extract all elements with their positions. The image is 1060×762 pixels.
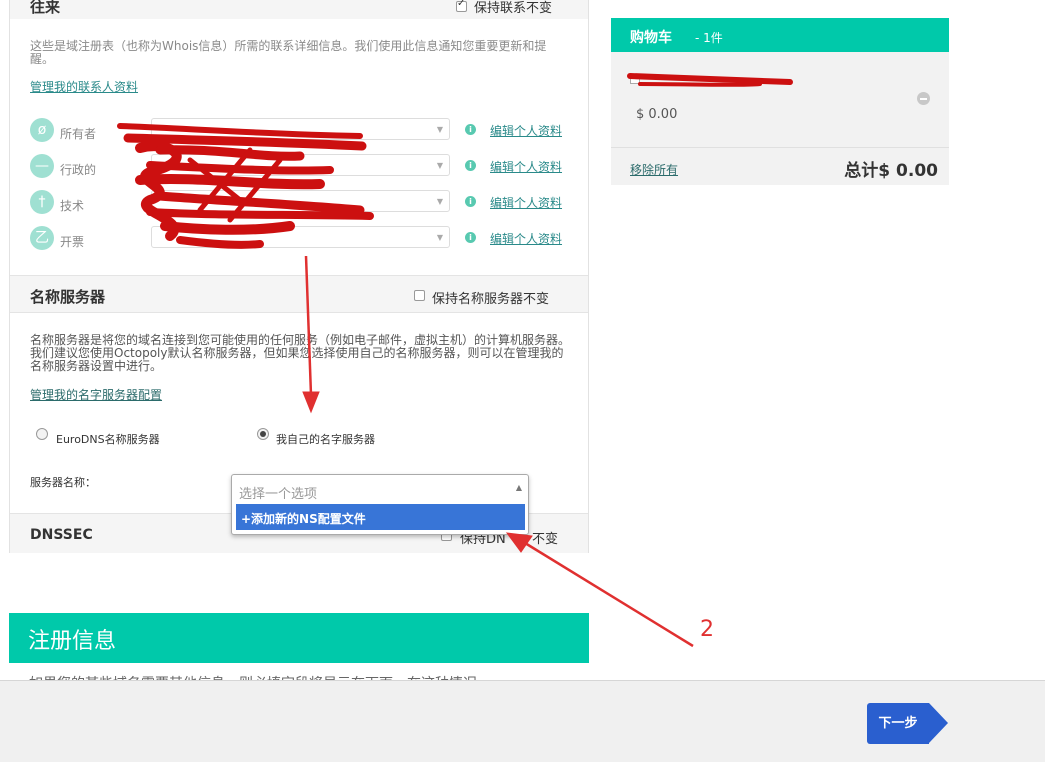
annotation-overlay [302,255,694,648]
annotation-number: 2 [700,617,714,642]
